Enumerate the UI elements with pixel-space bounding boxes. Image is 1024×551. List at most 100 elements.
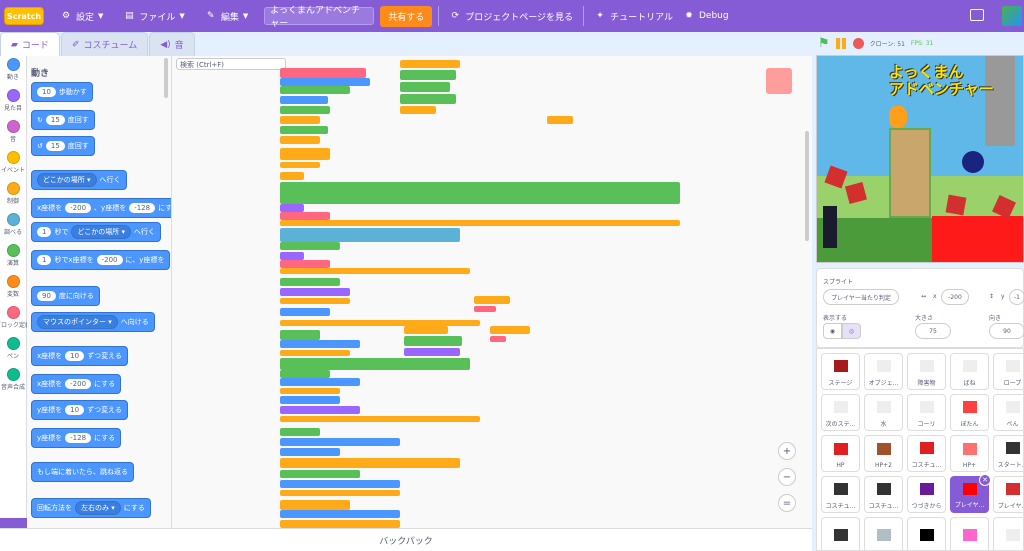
motion-block[interactable]: y座標を -128 にする [31, 428, 122, 448]
debug-button[interactable]: ✹ Debug [683, 0, 739, 32]
tab-sound[interactable]: ◀) 音 [149, 32, 195, 56]
sprite-tile[interactable]: ばね [950, 353, 989, 390]
block-dd[interactable]: 左右のみ ▾ [75, 501, 121, 515]
motion-block[interactable]: 90 度に向ける [31, 286, 100, 306]
script-block[interactable] [400, 60, 460, 68]
sprite-tile[interactable]: コスチュ... [821, 476, 860, 513]
script-block[interactable] [280, 480, 400, 488]
tutorial-button[interactable]: ✦ チュートリアル [584, 0, 683, 32]
sprite-tile[interactable] [993, 517, 1023, 550]
motion-block[interactable]: ↺ 15 度回す [31, 136, 95, 156]
motion-block[interactable]: x座標を -200 にする [31, 374, 122, 394]
block-num[interactable]: 10 [37, 87, 56, 97]
code-scrollbar[interactable] [805, 131, 809, 241]
script-block[interactable] [280, 204, 304, 212]
motion-block[interactable]: ↻ 15 度回す [31, 110, 95, 130]
project-title-input[interactable]: よっくまんアドベンチャー [264, 6, 375, 29]
script-block[interactable] [280, 68, 366, 78]
motion-block[interactable]: x座標を 10 ずつ変える [31, 346, 128, 366]
sprite-tile[interactable]: つづきから [907, 476, 946, 513]
y-input[interactable]: -1 [1009, 289, 1024, 305]
sprite-tile[interactable]: ステージ [821, 353, 860, 390]
script-block[interactable] [400, 82, 450, 92]
block-num[interactable]: 90 [37, 291, 56, 301]
block-num[interactable]: 10 [65, 351, 85, 361]
block-num[interactable]: 15 [45, 141, 65, 151]
hide-eye-icon[interactable]: ◎ [842, 323, 861, 339]
block-num[interactable]: -128 [65, 433, 92, 443]
sprite-tile[interactable]: ロープ [993, 353, 1023, 390]
script-block[interactable] [280, 298, 350, 304]
script-block[interactable] [490, 326, 530, 334]
script-block[interactable] [490, 336, 506, 342]
block-num[interactable]: -200 [65, 203, 92, 213]
script-block[interactable] [280, 448, 340, 456]
block-num[interactable]: 1 [37, 227, 52, 237]
block-num[interactable]: 15 [45, 115, 65, 125]
motion-block[interactable]: 1 秒でx座標を -200 に、y座標を [31, 250, 171, 270]
script-block[interactable] [280, 438, 400, 446]
script-block[interactable] [280, 220, 680, 226]
script-block[interactable] [404, 326, 448, 334]
script-block[interactable] [280, 370, 330, 378]
category-4[interactable]: 制御 [0, 180, 26, 211]
sprite-tile[interactable]: HP [821, 435, 860, 472]
script-block[interactable] [280, 242, 340, 250]
sprite-tile[interactable]: コーリ [907, 394, 946, 431]
motion-block[interactable]: y座標を 10 ずつ変える [31, 400, 128, 420]
script-block[interactable] [280, 86, 350, 94]
motion-block[interactable]: もし端に着いたら、跳ね返る [31, 462, 134, 482]
script-block[interactable] [280, 136, 320, 144]
script-block[interactable] [280, 406, 360, 414]
sprite-tile[interactable]: コスチュ... [864, 476, 903, 513]
settings-menu[interactable]: ⚙ 設定 ▼ [50, 0, 113, 32]
project-page-button[interactable]: ⟳ プロジェクトページを見る [439, 0, 583, 32]
stop-icon[interactable] [852, 37, 864, 49]
x-input[interactable]: -200 [941, 289, 969, 305]
script-block[interactable] [280, 172, 304, 180]
script-block[interactable] [280, 330, 320, 340]
script-block[interactable] [280, 212, 330, 220]
script-block[interactable] [280, 96, 328, 104]
backpack-bar[interactable]: バックパック [0, 528, 812, 551]
sprite-tile[interactable]: コスチュ... [907, 435, 946, 472]
category-9[interactable]: ペン [0, 335, 26, 366]
sprite-tile[interactable]: オブジェ... [864, 353, 903, 390]
sprite-tile[interactable] [864, 517, 903, 550]
script-block[interactable] [280, 308, 330, 316]
green-flag-icon[interactable]: ⚑ [818, 36, 830, 51]
sprite-tile[interactable]: HP+ [950, 435, 989, 472]
sprite-tile[interactable]: 障害物 [907, 353, 946, 390]
search-input[interactable]: 検索 (Ctrl+F) [176, 58, 286, 70]
motion-block[interactable]: x座標を-200、y座標を-128にする [31, 198, 171, 218]
sprite-tile[interactable]: プレイヤ... ✕ [950, 474, 991, 513]
script-block[interactable] [280, 78, 370, 86]
script-block[interactable] [474, 306, 496, 312]
block-dd[interactable]: どこかの場所 ▾ [37, 173, 97, 187]
zoom-in-button[interactable]: + [778, 442, 796, 460]
delete-sprite-icon[interactable]: ✕ [979, 474, 991, 486]
show-eye-icon[interactable]: ◉ [823, 323, 842, 339]
sprite-tile[interactable] [821, 517, 860, 550]
script-block[interactable] [280, 470, 360, 478]
category-2[interactable]: 音 [0, 118, 26, 149]
motion-block[interactable]: どこかの場所 ▾ へ行く [31, 170, 127, 190]
motion-block[interactable]: 1 秒で どこかの場所 ▾ へ行く [31, 222, 161, 242]
sprite-tile[interactable]: スタート... [993, 435, 1023, 472]
motion-block[interactable]: 回転方法を 左右のみ ▾ にする [31, 498, 151, 518]
sprite-tile[interactable]: HP+2 [864, 435, 903, 472]
script-block[interactable] [280, 116, 320, 124]
script-block[interactable] [400, 94, 456, 104]
category-5[interactable]: 調べる [0, 211, 26, 242]
category-3[interactable]: イベント [0, 149, 26, 180]
script-block[interactable] [280, 428, 320, 436]
zoom-out-button[interactable]: − [778, 468, 796, 486]
tab-costume[interactable]: ✐ コスチューム [60, 32, 149, 56]
block-dd[interactable]: マウスのポインター ▾ [37, 315, 118, 329]
stage-canvas[interactable]: よっくまん アドベンチャー [816, 55, 1024, 263]
category-8[interactable]: ブロック定義 [0, 304, 31, 335]
script-block[interactable] [474, 296, 510, 304]
motion-block[interactable]: 10 歩動かす [31, 82, 93, 102]
zoom-reset-button[interactable]: = [778, 494, 796, 512]
category-0[interactable]: 動き [0, 56, 26, 87]
